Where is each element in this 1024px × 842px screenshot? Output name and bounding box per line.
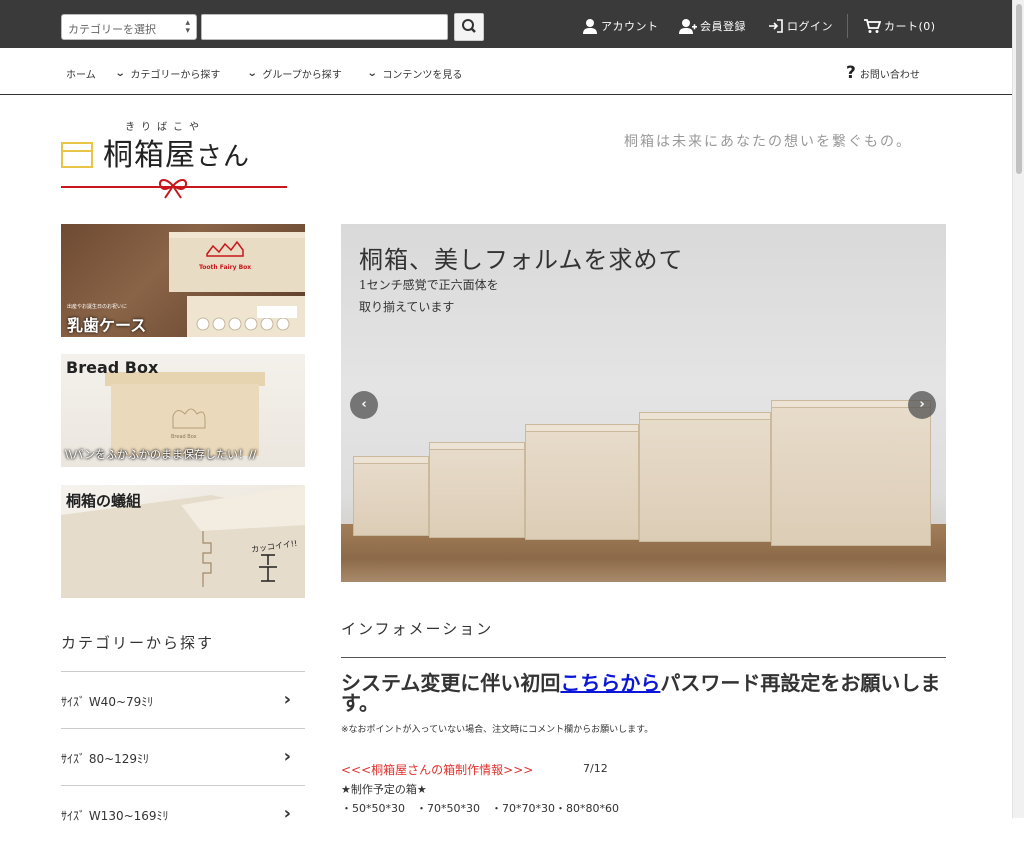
search-button[interactable]	[454, 13, 484, 41]
nav-by-category[interactable]: ⌄ カテゴリーから探す	[114, 66, 221, 81]
account-link[interactable]: アカウント	[582, 17, 659, 35]
ribbon-bow-icon	[159, 179, 187, 199]
nav-home[interactable]: ホーム	[66, 66, 96, 81]
box-image	[525, 424, 639, 540]
box-image	[771, 400, 931, 546]
user-add-icon	[679, 19, 697, 34]
banner-box-label: Tooth Fairy Box	[199, 264, 252, 271]
banner-small-text: 出産やお誕生日のお祝いに	[67, 304, 128, 310]
banner-tooth-case[interactable]: Tooth Fairy Box 出産やお誕生日のお祝いに 乳歯ケース	[61, 224, 305, 337]
nav-contents[interactable]: ⌄ コンテンツを見る	[366, 66, 463, 81]
slider-next-button[interactable]: ›	[908, 391, 936, 419]
info-headline: システム変更に伴い初回こちらからパスワード再設定をお願いします。	[341, 673, 946, 713]
cart-label: カート(0)	[884, 20, 936, 33]
box-image	[639, 412, 771, 542]
nav-by-group-label: グループから探す	[262, 70, 342, 81]
nav-by-group[interactable]: ⌄ グループから探す	[246, 66, 342, 81]
question-icon: ?	[846, 63, 856, 83]
banner-box-label: Bread Box	[171, 434, 197, 440]
box-image	[353, 456, 429, 536]
divider	[341, 657, 946, 658]
nav-bar: ホーム ⌄ カテゴリーから探す ⌄ グループから探す ⌄ コンテンツを見る ? …	[0, 48, 1012, 95]
hero-sub-line2: 取り揃えています	[359, 300, 455, 314]
info-note: ※なおポイントが入っていない場合、注文時にコメント欄からお願いします。	[341, 725, 654, 735]
cart-link[interactable]: カート(0)	[864, 17, 936, 35]
logo-kanji: 桐箱屋	[103, 138, 196, 173]
chevron-right-icon: ›	[283, 746, 291, 767]
register-label: 会員登録	[700, 20, 746, 33]
cart-icon	[864, 19, 881, 33]
search-input[interactable]	[201, 14, 448, 40]
user-icon	[583, 19, 597, 34]
nav-by-category-label: カテゴリーから探す	[130, 70, 221, 81]
info-title: インフォメーション	[341, 620, 494, 638]
scrollbar-thumb[interactable]	[1016, 4, 1022, 174]
chevron-right-icon: ›	[283, 689, 291, 710]
sidebar-title: カテゴリーから探す	[61, 634, 215, 652]
hero-sub-line1: 1センチ感覚で正六面体を	[359, 278, 499, 292]
nav-contact-label: お問い合わせ	[859, 69, 920, 81]
sidebar-item-size-130-169[interactable]: ｻｲｽﾞ W130~169ﾐﾘ ›	[61, 786, 305, 842]
chevron-down-icon: ⌄	[246, 68, 258, 79]
password-reset-link[interactable]: こちらから	[560, 671, 660, 695]
logo-text: 桐箱屋さん	[103, 130, 250, 174]
news-line: ・50*50*30 ・70*50*30 ・70*70*30・80*80*60	[341, 802, 619, 815]
search-icon	[462, 19, 476, 33]
nav-contact[interactable]: ? お問い合わせ	[846, 63, 920, 83]
box-icon	[61, 142, 93, 168]
nav-contents-label: コンテンツを見る	[382, 70, 463, 81]
hero-slider[interactable]: 桐箱、美しフォルムを求めて 1センチ感覚で正六面体を 取り揃えています ‹ ›	[341, 224, 946, 582]
divider	[847, 14, 848, 38]
banner-title: 桐箱の蟻組	[66, 492, 142, 510]
sidebar-item-label: ｻｲｽﾞ W40~79ﾐﾘ	[61, 695, 154, 709]
chevron-left-icon: ‹	[361, 397, 367, 412]
tagline: 桐箱は未来にあなたの想いを繋ぐもの。	[624, 134, 912, 150]
chevron-down-icon: ⌄	[114, 68, 126, 79]
site-logo[interactable]: きりばこや 桐箱屋さん	[61, 118, 291, 202]
register-link[interactable]: 会員登録	[679, 17, 746, 35]
page-scrollbar[interactable]	[1012, 0, 1024, 818]
account-label: アカウント	[601, 20, 659, 33]
banner-bread-box[interactable]: Bread Box Bread Box \\パンをふかふかのまま保存したい！//	[61, 354, 305, 467]
banner-title: Bread Box	[66, 358, 159, 377]
slider-prev-button[interactable]: ‹	[350, 391, 378, 419]
hero-title: 桐箱、美しフォルムを求めて	[359, 246, 684, 274]
chevron-down-icon: ⌄	[366, 68, 378, 79]
news-line: ★制作予定の箱★	[341, 783, 427, 796]
box-image	[429, 442, 525, 538]
chevron-right-icon: ›	[283, 803, 291, 824]
banner-dovetail[interactable]: 桐箱の蟻組 カッコイイ!!	[61, 485, 305, 598]
hero-subtitle: 1センチ感覚で正六面体を 取り揃えています	[359, 274, 499, 318]
select-arrows-icon: ▴ ▾	[185, 18, 190, 36]
banner-title: 乳歯ケース	[67, 316, 147, 335]
sidebar-item-size-40-79[interactable]: ｻｲｽﾞ W40~79ﾐﾘ ›	[61, 672, 305, 728]
sidebar-item-label: ｻｲｽﾞ 80~129ﾐﾘ	[61, 752, 150, 766]
nav-home-label: ホーム	[66, 70, 96, 81]
sidebar-item-label: ｻｲｽﾞ W130~169ﾐﾘ	[61, 809, 169, 823]
login-link[interactable]: ログイン	[768, 17, 833, 35]
logo-kana: さん	[196, 142, 251, 172]
chevron-right-icon: ›	[919, 397, 925, 412]
banner-caption: \\パンをふかふかのまま保存したい！//	[65, 448, 257, 461]
category-select-label: カテゴリーを選択	[68, 23, 156, 36]
category-select[interactable]: カテゴリーを選択 ▴ ▾	[61, 14, 197, 40]
top-bar: カテゴリーを選択 ▴ ▾ アカウント 会員登録 ログイン カート(0)	[0, 0, 1012, 48]
news-date: 7/12	[583, 762, 608, 775]
login-label: ログイン	[787, 20, 833, 33]
sidebar-item-size-80-129[interactable]: ｻｲｽﾞ 80~129ﾐﾘ ›	[61, 729, 305, 785]
news-link[interactable]: <<<桐箱屋さんの箱制作情報>>>	[341, 761, 533, 778]
login-icon	[769, 19, 783, 33]
